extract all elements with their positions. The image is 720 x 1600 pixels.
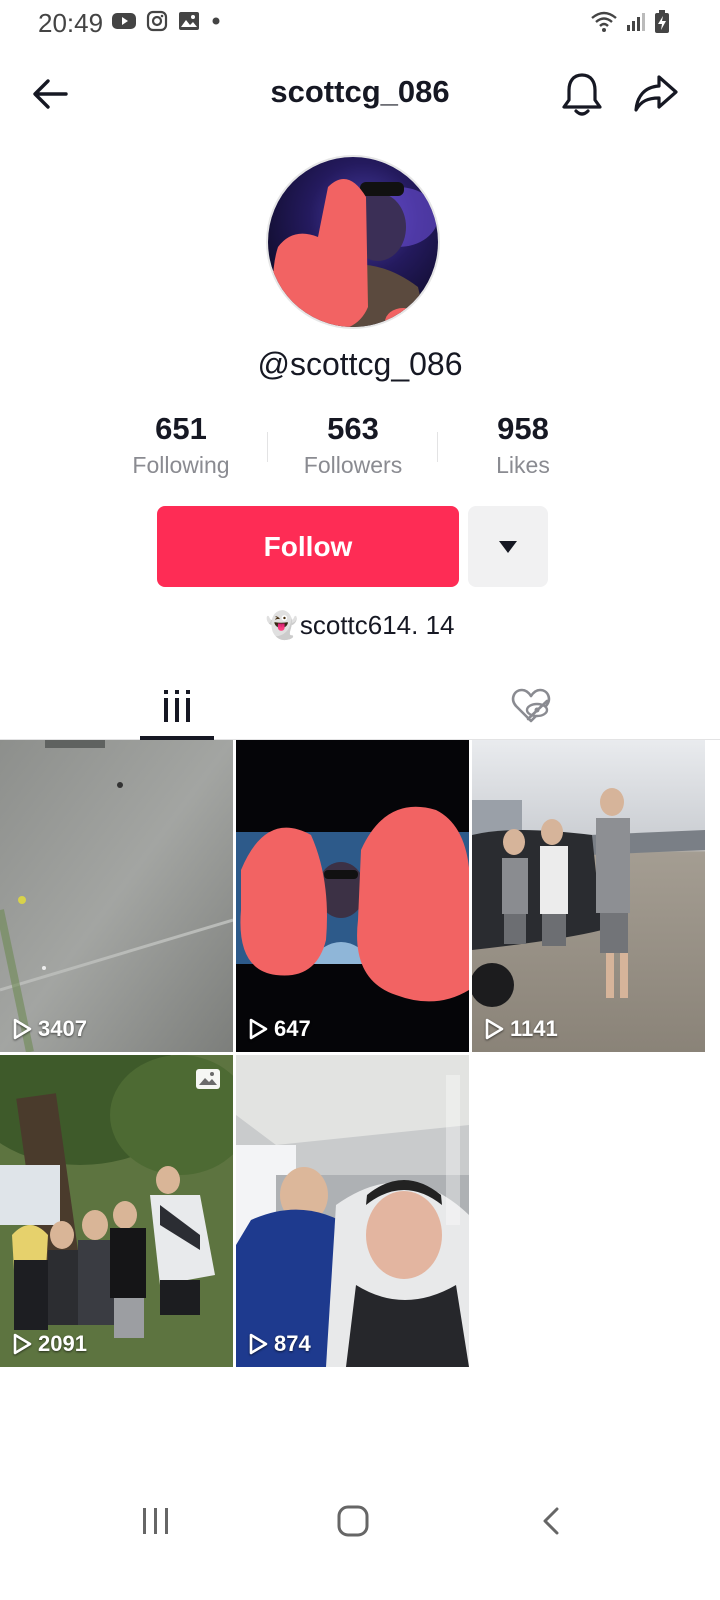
profile-header: scottcg_086 <box>0 62 720 126</box>
home-button[interactable] <box>336 1504 370 1543</box>
video-tile[interactable]: 1141 <box>472 740 705 1052</box>
photo-badge <box>195 1067 221 1096</box>
recents-button[interactable] <box>140 1506 172 1541</box>
youtube-icon <box>112 13 136 29</box>
view-count: 2091 <box>12 1331 87 1357</box>
profile-stats: 651 Following 563 Followers 958 Likes <box>0 410 720 490</box>
view-count: 1141 <box>484 1016 558 1042</box>
play-icon <box>13 1333 32 1355</box>
stat-following[interactable]: 651 Following <box>101 410 261 479</box>
stat-label: Following <box>132 452 230 478</box>
video-tile[interactable]: 647 <box>236 740 469 1052</box>
recents-icon <box>143 1508 168 1534</box>
tab-liked[interactable] <box>494 672 568 740</box>
stat-divider <box>267 432 268 462</box>
view-count-value: 2091 <box>38 1331 87 1356</box>
bio-text: scottc614. 14 <box>299 610 455 640</box>
header-username: scottcg_086 <box>270 74 450 109</box>
view-count: 3407 <box>12 1016 87 1042</box>
status-time: 20:49 <box>38 8 104 38</box>
stat-label: Likes <box>496 452 550 478</box>
caret-down-icon <box>499 540 517 553</box>
signal-icon <box>627 13 645 31</box>
stat-value: 563 <box>327 411 379 446</box>
video-tile[interactable]: 2091 <box>0 1055 233 1367</box>
system-back-button[interactable] <box>540 1506 562 1541</box>
status-right-icons <box>590 10 670 34</box>
liked-hidden-icon <box>511 688 551 723</box>
video-thumbnail <box>236 1055 469 1367</box>
chevron-left-icon <box>543 1507 559 1535</box>
view-count-value: 3407 <box>38 1016 87 1041</box>
view-count: 647 <box>248 1016 311 1042</box>
wifi-icon <box>591 11 617 32</box>
status-bar: 20:49 <box>0 0 720 46</box>
view-count-value: 647 <box>274 1016 311 1041</box>
dot-icon <box>212 17 220 25</box>
ghost-emoji: 👻 <box>265 610 298 640</box>
play-icon <box>485 1018 504 1040</box>
stat-divider <box>437 432 438 462</box>
view-count-value: 874 <box>274 1331 311 1356</box>
play-icon <box>249 1018 268 1040</box>
video-thumbnail <box>0 740 233 1052</box>
stat-likes[interactable]: 958 Likes <box>443 410 603 479</box>
view-count: 874 <box>248 1331 311 1357</box>
system-nav-bar <box>0 1480 720 1570</box>
video-thumbnail <box>472 740 705 1052</box>
battery-charging-icon <box>655 10 669 33</box>
grid-icon <box>164 690 190 722</box>
profile-bio: 👻 scottc614. 14 <box>0 610 720 641</box>
video-thumbnail <box>0 1055 233 1367</box>
video-tile[interactable]: 874 <box>236 1055 469 1367</box>
bell-icon <box>562 73 602 116</box>
profile-tabs <box>0 672 720 740</box>
share-icon <box>634 75 678 112</box>
stat-value: 958 <box>497 411 549 446</box>
instagram-icon <box>146 10 168 32</box>
stat-value: 651 <box>155 411 207 446</box>
home-icon <box>337 1505 369 1537</box>
stat-followers[interactable]: 563 Followers <box>273 410 433 479</box>
video-tile[interactable]: 3407 <box>0 740 233 1052</box>
view-count-value: 1141 <box>510 1016 558 1041</box>
suggested-accounts-button[interactable] <box>468 506 548 587</box>
tab-videos[interactable] <box>140 672 214 740</box>
profile-handle: @scottcg_086 <box>257 346 463 382</box>
share-button[interactable] <box>632 72 680 116</box>
status-left-icons <box>112 10 222 32</box>
follow-button[interactable]: Follow <box>157 506 459 587</box>
avatar-image <box>268 157 438 327</box>
photo-icon <box>196 1069 220 1089</box>
gallery-icon <box>179 12 199 30</box>
notifications-button[interactable] <box>560 70 604 118</box>
play-icon <box>13 1018 32 1040</box>
avatar[interactable] <box>266 155 440 329</box>
stat-label: Followers <box>303 452 403 478</box>
video-thumbnail <box>236 740 469 1052</box>
play-icon <box>249 1333 268 1355</box>
